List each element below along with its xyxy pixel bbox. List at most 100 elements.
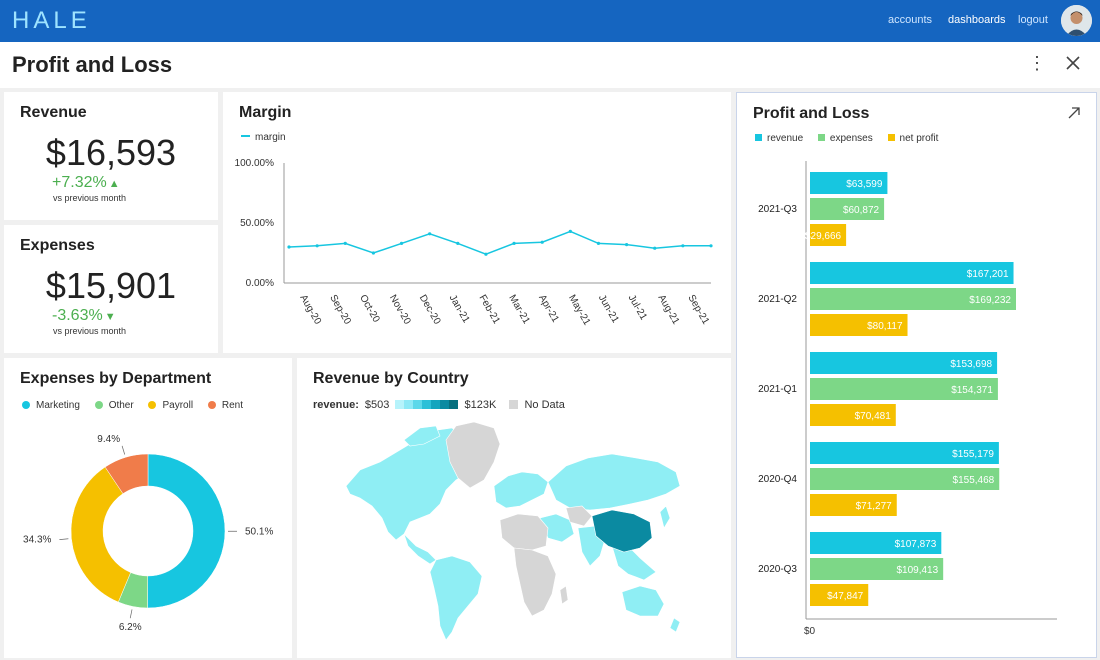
bar-data-label: $169,232 bbox=[969, 295, 1011, 306]
x-tick-label: Feb-21 bbox=[476, 293, 502, 326]
bar-data-label: $155,179 bbox=[952, 449, 994, 460]
nav-dashboards[interactable]: dashboards bbox=[948, 14, 1006, 26]
expenses-value: $15,901 bbox=[45, 265, 177, 306]
bar-data-label: $63,599 bbox=[846, 179, 883, 190]
expenses-change-value: -3.63% bbox=[52, 307, 103, 324]
category-label: 2021-Q1 bbox=[758, 384, 797, 395]
bar-data-label: $60,872 bbox=[843, 205, 880, 216]
more-options-icon[interactable]: ⋮ bbox=[1028, 54, 1046, 72]
margin-data-point bbox=[456, 241, 460, 245]
map-region-madagascar bbox=[559, 585, 569, 605]
revenue-value: $16,593 bbox=[45, 132, 177, 173]
category-label: 2020-Q3 bbox=[758, 564, 797, 575]
margin-card[interactable]: Margin margin 100.00% 50.00% 0.00% Aug-20 Se… bbox=[223, 92, 731, 353]
department-donut-chart[interactable]: 50.1% 6.2% 34.3% 9.4% bbox=[4, 358, 292, 658]
margin-data-point bbox=[315, 244, 319, 248]
x-tick-label: Jun-21 bbox=[596, 293, 621, 325]
expenses-by-department-card[interactable]: Expenses by Department Marketing Other P… bbox=[4, 358, 292, 658]
bar-data-label: $80,117 bbox=[867, 321, 903, 332]
map-region-south-america bbox=[429, 555, 483, 641]
margin-data-point bbox=[428, 232, 432, 236]
margin-series-line bbox=[288, 230, 711, 256]
expenses-change: -3.63% ▼ bbox=[52, 307, 116, 325]
map-region-japan bbox=[659, 505, 671, 529]
bar-data-label: $109,413 bbox=[896, 565, 938, 576]
bar-data-label: $155,468 bbox=[953, 475, 995, 486]
x-tick-label: Aug-20 bbox=[297, 293, 323, 327]
arrow-down-icon: ▼ bbox=[104, 311, 116, 323]
category-label: 2021-Q2 bbox=[758, 294, 797, 305]
axis-zero-label: $0 bbox=[804, 626, 816, 637]
bar-data-label: $153,698 bbox=[950, 359, 992, 370]
revenue-change: +7.32% ▲ bbox=[52, 174, 120, 192]
margin-line-chart[interactable]: 100.00% 50.00% 0.00% Aug-20 Sep-20 Oct-20 Nov-… bbox=[223, 92, 731, 353]
y-tick-label: 0.00% bbox=[246, 278, 274, 289]
x-tick-label: Mar-21 bbox=[506, 293, 532, 326]
map-region-australia bbox=[621, 585, 665, 617]
margin-data-point bbox=[484, 252, 488, 256]
x-tick-label: Oct-20 bbox=[357, 293, 382, 325]
map-region-central-america bbox=[403, 533, 437, 565]
x-tick-label: May-21 bbox=[566, 293, 592, 328]
revenue-change-value: +7.32% bbox=[52, 174, 107, 191]
profit-loss-bar-chart[interactable]: 2021-Q3 $63,599 $60,872 $29,666 2021-Q2 $167,… bbox=[737, 93, 1098, 659]
bar-data-label: $29,666 bbox=[805, 231, 842, 242]
margin-data-point bbox=[371, 251, 375, 255]
revenue-by-country-card[interactable]: Revenue by Country revenue: $503 $123K N… bbox=[297, 358, 731, 658]
app-logo[interactable]: HALE bbox=[12, 7, 91, 35]
expenses-subtitle: vs previous month bbox=[53, 326, 127, 336]
map-region-southeast-asia bbox=[611, 545, 657, 581]
user-avatar[interactable] bbox=[1061, 5, 1092, 36]
slice-data-label: 6.2% bbox=[119, 622, 142, 633]
world-map[interactable] bbox=[297, 358, 731, 658]
page-title: Profit and Loss bbox=[12, 52, 173, 77]
card-title: Revenue bbox=[20, 104, 87, 121]
close-icon[interactable] bbox=[1062, 52, 1084, 74]
x-tick-label: Aug-21 bbox=[656, 293, 682, 327]
map-region-europe bbox=[493, 471, 549, 509]
card-title: Expenses bbox=[20, 237, 95, 254]
margin-data-point bbox=[399, 241, 404, 245]
margin-data-point bbox=[540, 240, 544, 244]
y-tick-label: 100.00% bbox=[235, 158, 275, 169]
top-navigation-bar: HALE accounts dashboards logout bbox=[0, 0, 1100, 42]
slice-data-label: 34.3% bbox=[23, 535, 51, 546]
category-label: 2020-Q4 bbox=[758, 474, 797, 485]
bar-data-label: $47,847 bbox=[827, 591, 864, 602]
map-region-russia-central-asia bbox=[547, 453, 681, 511]
x-tick-label: Dec-20 bbox=[417, 293, 443, 327]
x-tick-label: Apr-21 bbox=[536, 293, 561, 325]
revenue-subtitle: vs previous month bbox=[53, 193, 127, 203]
donut-slice-marketing bbox=[147, 453, 226, 609]
x-tick-label: Jan-21 bbox=[447, 293, 472, 325]
x-tick-label: Sep-21 bbox=[685, 293, 711, 327]
margin-data-point bbox=[681, 244, 685, 248]
profit-loss-card[interactable]: Profit and Loss revenue expenses net pro… bbox=[736, 92, 1097, 658]
margin-data-point bbox=[343, 241, 347, 245]
slice-data-label: 9.4% bbox=[97, 434, 120, 445]
margin-data-point bbox=[568, 229, 572, 233]
dashboard-header: Profit and Loss ⋮ bbox=[0, 42, 1100, 88]
bar-data-label: $154,371 bbox=[951, 385, 993, 396]
margin-data-point bbox=[653, 246, 657, 250]
margin-data-point bbox=[709, 244, 713, 248]
slice-data-label: 50.1% bbox=[245, 526, 273, 537]
label-leader-line bbox=[121, 445, 126, 455]
margin-data-point bbox=[512, 241, 516, 245]
bar-data-label: $167,201 bbox=[967, 269, 1009, 280]
label-leader-line bbox=[59, 538, 69, 541]
map-region-africa-north bbox=[499, 513, 549, 551]
nav-logout[interactable]: logout bbox=[1018, 14, 1048, 26]
expenses-card[interactable]: Expenses $15,901 -3.63% ▼ vs previous mon… bbox=[4, 225, 218, 353]
map-region-new-zealand bbox=[669, 617, 681, 633]
margin-data-point bbox=[625, 243, 629, 247]
nav-accounts[interactable]: accounts bbox=[888, 14, 932, 26]
map-region-africa-south bbox=[513, 547, 557, 617]
label-leader-line bbox=[129, 609, 133, 619]
category-label: 2021-Q3 bbox=[758, 204, 797, 215]
bar-data-label: $71,277 bbox=[856, 501, 893, 512]
x-tick-label: Sep-20 bbox=[327, 293, 353, 327]
y-tick-label: 50.00% bbox=[240, 218, 274, 229]
revenue-card[interactable]: Revenue $16,593 +7.32% ▲ vs previous mont… bbox=[4, 92, 218, 220]
margin-data-point bbox=[596, 241, 601, 245]
